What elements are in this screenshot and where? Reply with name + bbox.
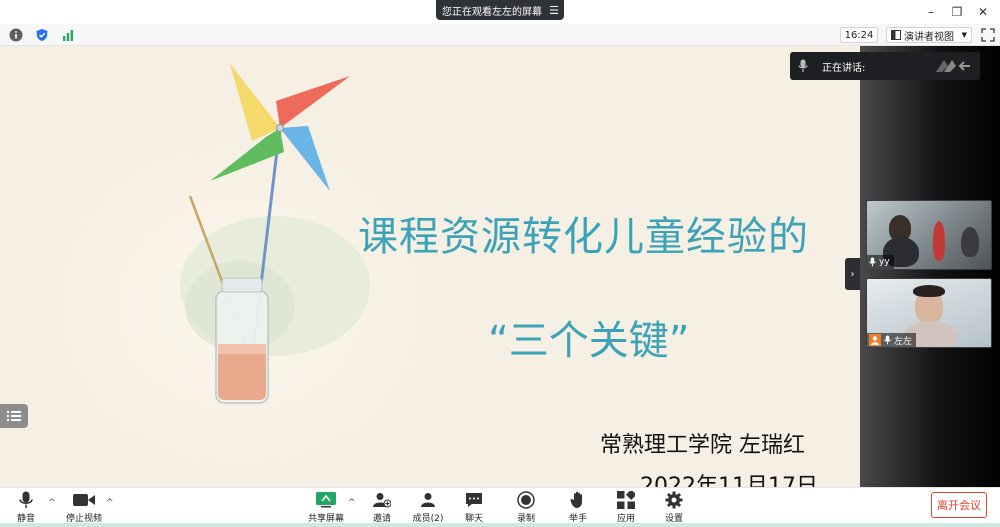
screen-share-banner-text: 您正在观看左左的屏幕 (442, 6, 542, 18)
meeting-clock: 16:24 (840, 27, 878, 43)
meeting-toolbar: 静音 ^ 停止视频 ^ 共享屏幕 ^ 邀请 成员(2) 聊天 录制 举手 应用 … (0, 487, 1000, 524)
fullscreen-icon[interactable] (980, 27, 996, 43)
minimize-button[interactable]: – (920, 2, 942, 22)
participant-name-bar: 左左 (867, 333, 917, 347)
raise-hand-button[interactable]: 举手 (556, 490, 600, 524)
slide-subtitle: “三个关键” (488, 318, 690, 364)
view-mode-label: 演讲者视图 (904, 31, 954, 43)
speaker-view-icon (891, 30, 901, 40)
view-mode-dropdown[interactable]: 演讲者视图 ▼ (886, 27, 972, 43)
invite-button[interactable]: 邀请 (360, 490, 404, 524)
chevron-up-icon[interactable]: ^ (48, 498, 56, 508)
share-screen-button[interactable]: 共享屏幕 (304, 490, 348, 524)
chat-icon (466, 493, 482, 507)
tencent-meeting-logo (936, 60, 970, 72)
shield-icon[interactable] (34, 27, 50, 43)
slide-title: 课程资源转化儿童经验的 (358, 214, 809, 260)
participant-name: yy (879, 257, 890, 267)
slide-list-button[interactable] (0, 404, 28, 428)
participant-video-tile[interactable]: 左左 (866, 278, 992, 348)
screen-share-banner[interactable]: 您正在观看左左的屏幕 ☰ (436, 0, 564, 20)
taskbar-strip (0, 523, 1000, 527)
meeting-info-bar: 16:24 演讲者视图 ▼ (0, 24, 1000, 46)
chevron-up-icon[interactable]: ^ (348, 498, 356, 508)
meeting-window: 您正在观看左左的屏幕 ☰ – ❐ ✕ 16:24 演讲者视图 ▼ 课程资源转化儿… (0, 0, 1000, 527)
microphone-icon (19, 491, 33, 508)
close-button[interactable]: ✕ (972, 2, 994, 22)
slide-author: 常熟理工学院 左瑞红 (600, 433, 805, 458)
mute-button[interactable]: 静音 (4, 490, 48, 524)
hand-icon (570, 491, 582, 508)
window-controls: – ❐ ✕ (920, 2, 994, 22)
share-screen-icon (316, 492, 336, 508)
user-icon (421, 493, 435, 507)
user-icon (869, 334, 881, 346)
info-icon[interactable] (8, 27, 24, 43)
gear-icon (665, 491, 683, 509)
video-camera-icon (73, 494, 95, 506)
pinwheel-illustration (180, 64, 370, 404)
record-icon (517, 491, 535, 509)
participant-video-tile[interactable]: yy (866, 200, 992, 270)
stop-video-button[interactable]: 停止视频 (62, 490, 106, 524)
shared-screen-slide: 课程资源转化儿童经验的 “三个关键” 常熟理工学院 左瑞红 2022年11月17… (0, 46, 860, 487)
chevron-up-icon[interactable]: ^ (106, 498, 114, 508)
title-bar: 您正在观看左左的屏幕 ☰ – ❐ ✕ (0, 0, 1000, 24)
slide-date: 2022年11月17日 (640, 474, 818, 487)
active-speaker-indicator: 正在讲话: (790, 52, 980, 80)
chevron-right-icon: › (850, 268, 855, 280)
settings-button[interactable]: 设置 (652, 490, 696, 524)
list-icon (7, 411, 21, 421)
microphone-icon (869, 257, 876, 267)
leave-meeting-button[interactable]: 离开会议 (931, 492, 987, 518)
active-speaker-label: 正在讲话: (822, 62, 866, 74)
microphone-icon (790, 59, 816, 73)
add-user-icon (373, 493, 391, 508)
participant-name: 左左 (894, 336, 913, 347)
apps-button[interactable]: 应用 (604, 490, 648, 524)
collapse-panel-button[interactable]: › (845, 258, 860, 290)
menu-lines-icon[interactable]: ☰ (544, 4, 564, 17)
chevron-down-icon: ▼ (961, 31, 967, 39)
record-button[interactable]: 录制 (504, 490, 548, 524)
participant-name-bar: yy (867, 255, 894, 269)
restore-button[interactable]: ❐ (946, 2, 968, 22)
chat-button[interactable]: 聊天 (452, 490, 496, 524)
apps-grid-icon (617, 491, 635, 509)
microphone-icon (884, 335, 891, 345)
members-button[interactable]: 成员(2) (406, 490, 450, 524)
signal-icon[interactable] (60, 27, 76, 43)
